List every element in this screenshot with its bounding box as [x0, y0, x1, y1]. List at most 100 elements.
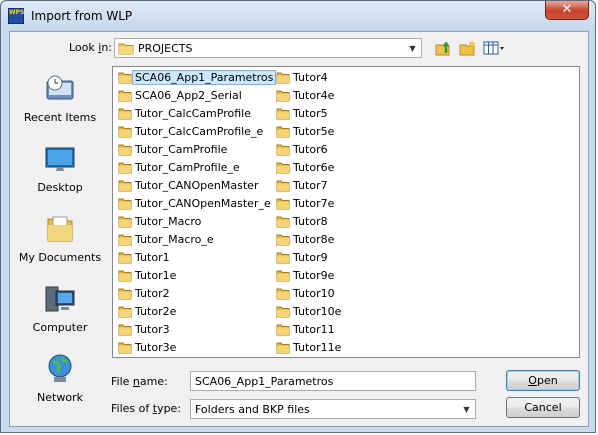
- file-list-item[interactable]: Tutor10e: [273, 303, 423, 321]
- file-list-item[interactable]: Tutor6e: [273, 159, 423, 177]
- file-name-input[interactable]: [190, 371, 476, 391]
- file-list-item-label: Tutor1: [135, 251, 170, 264]
- cancel-button[interactable]: Cancel: [506, 397, 580, 418]
- file-type-value: Folders and BKP files: [195, 403, 310, 416]
- place-label: Recent Items: [23, 111, 97, 124]
- dialog-body: Look in: PROJECTS ▼ Recent Items Desktop…: [9, 31, 589, 427]
- folder-icon: [118, 341, 132, 357]
- file-list-item[interactable]: Tutor2: [115, 285, 273, 303]
- file-list-item-label: Tutor2e: [135, 305, 177, 318]
- place-label: Network: [37, 391, 83, 404]
- file-list-item[interactable]: Tutor7: [273, 177, 423, 195]
- look-in-label: Look in:: [69, 41, 113, 54]
- file-list-item[interactable]: Tutor1e: [115, 267, 273, 285]
- file-list-item-label: Tutor_CalcCamProfile: [135, 107, 251, 120]
- file-list-item[interactable]: Tutor11: [273, 321, 423, 339]
- computer-icon: [44, 283, 76, 315]
- file-list-item-label: SCA06_App2_Serial: [135, 89, 242, 102]
- file-list-item[interactable]: Tutor_CamProfile: [115, 141, 273, 159]
- file-list-item-label: Tutor10e: [293, 305, 342, 318]
- close-icon: ✕: [561, 2, 573, 17]
- file-list-column: Tutor4 Tutor4e Tutor5 Tutor5e Tutor6 Tutor6e T…: [273, 69, 423, 357]
- file-list-item-label: Tutor6e: [293, 161, 335, 174]
- look-in-value: PROJECTS: [138, 42, 193, 55]
- file-list-item[interactable]: Tutor9e: [273, 267, 423, 285]
- file-list-item-label: Tutor_CalcCamProfile_e: [135, 125, 264, 138]
- file-list-item-label: Tutor6: [293, 143, 328, 156]
- file-list-item[interactable]: SCA06_App1_Parametros: [115, 69, 277, 87]
- file-list-item-label: Tutor11: [293, 323, 335, 336]
- places-bar: Recent Items Desktop My Documents Comput…: [14, 69, 106, 419]
- chevron-down-icon[interactable]: ▼: [404, 39, 421, 57]
- new-folder-icon[interactable]: [458, 39, 478, 57]
- file-list-item-label: Tutor5e: [293, 125, 335, 138]
- file-list-item[interactable]: Tutor4e: [273, 87, 423, 105]
- file-list-item[interactable]: Tutor_CamProfile_e: [115, 159, 273, 177]
- navigation-toolbar: [434, 38, 506, 58]
- file-list-item-label: Tutor_CamProfile: [135, 143, 228, 156]
- folder-icon: [118, 41, 134, 58]
- file-list-item[interactable]: Tutor_CANOpenMaster: [115, 177, 273, 195]
- app-icon: WPS: [8, 8, 24, 24]
- file-list-item[interactable]: Tutor_Macro_e: [115, 231, 273, 249]
- file-list-item-label: Tutor8e: [293, 233, 335, 246]
- file-list-item-label: Tutor9: [293, 251, 328, 264]
- file-list-item[interactable]: Tutor8: [273, 213, 423, 231]
- file-list-item-label: Tutor8: [293, 215, 328, 228]
- network-icon: [44, 353, 76, 385]
- file-list-item-label: Tutor_Macro_e: [135, 233, 214, 246]
- file-list-item[interactable]: Tutor5e: [273, 123, 423, 141]
- file-list-item[interactable]: Tutor_CalcCamProfile: [115, 105, 273, 123]
- place-recent-items[interactable]: Recent Items: [14, 69, 106, 131]
- file-list-item-label: Tutor7: [293, 179, 328, 192]
- file-list-item-label: Tutor_Macro: [135, 215, 202, 228]
- close-button[interactable]: ✕: [545, 1, 589, 20]
- file-list[interactable]: SCA06_App1_Parametros SCA06_App2_Serial Tu…: [112, 66, 580, 358]
- title-bar[interactable]: WPS Import from WLP ✕: [1, 1, 595, 31]
- file-list-item[interactable]: Tutor10: [273, 285, 423, 303]
- place-network[interactable]: Network: [14, 349, 106, 411]
- file-list-item[interactable]: Tutor1: [115, 249, 273, 267]
- file-list-item-label: Tutor4e: [293, 89, 335, 102]
- place-my-documents[interactable]: My Documents: [14, 209, 106, 271]
- chevron-down-icon[interactable]: ▼: [458, 400, 475, 418]
- file-list-item-label: Tutor2: [135, 287, 170, 300]
- window-title: Import from WLP: [31, 9, 133, 23]
- file-list-item[interactable]: Tutor3e: [115, 339, 273, 357]
- file-list-item-label: SCA06_App1_Parametros: [132, 70, 277, 85]
- file-list-item[interactable]: SCA06_App2_Serial: [115, 87, 273, 105]
- file-list-item-label: Tutor3: [135, 323, 170, 336]
- file-list-item-label: Tutor_CANOpenMaster: [135, 179, 259, 192]
- file-list-item[interactable]: Tutor4: [273, 69, 423, 87]
- folder-icon: [276, 341, 290, 357]
- file-list-item[interactable]: Tutor8e: [273, 231, 423, 249]
- file-list-item[interactable]: Tutor5: [273, 105, 423, 123]
- open-button-label: Open: [528, 374, 558, 387]
- file-list-item[interactable]: Tutor7e: [273, 195, 423, 213]
- view-menu-icon[interactable]: [482, 39, 506, 57]
- file-list-item[interactable]: Tutor3: [115, 321, 273, 339]
- file-list-item[interactable]: Tutor_Macro: [115, 213, 273, 231]
- file-list-item-label: Tutor_CANOpenMaster_e: [135, 197, 271, 210]
- file-list-item[interactable]: Tutor6: [273, 141, 423, 159]
- cancel-button-label: Cancel: [524, 401, 562, 414]
- file-list-item[interactable]: Tutor9: [273, 249, 423, 267]
- open-button[interactable]: Open: [506, 370, 580, 391]
- file-name-label: File name:: [111, 375, 168, 388]
- file-list-item-label: Tutor10: [293, 287, 335, 300]
- file-list-item[interactable]: Tutor2e: [115, 303, 273, 321]
- file-list-item-label: Tutor4: [293, 71, 328, 84]
- place-label: My Documents: [18, 251, 102, 264]
- file-list-item[interactable]: Tutor_CANOpenMaster_e: [115, 195, 273, 213]
- place-desktop[interactable]: Desktop: [14, 139, 106, 201]
- look-in-combobox[interactable]: PROJECTS ▼: [114, 38, 422, 58]
- file-type-combobox[interactable]: Folders and BKP files ▼: [190, 399, 476, 419]
- place-label: Desktop: [37, 181, 83, 194]
- up-folder-icon[interactable]: [434, 39, 454, 57]
- file-list-item[interactable]: Tutor_CalcCamProfile_e: [115, 123, 273, 141]
- place-computer[interactable]: Computer: [14, 279, 106, 341]
- file-list-item-label: Tutor_CamProfile_e: [135, 161, 240, 174]
- file-list-item[interactable]: Tutor11e: [273, 339, 423, 357]
- dialog-window: WPS Import from WLP ✕ Look in: PROJECTS …: [0, 0, 596, 433]
- place-label: Computer: [32, 321, 88, 334]
